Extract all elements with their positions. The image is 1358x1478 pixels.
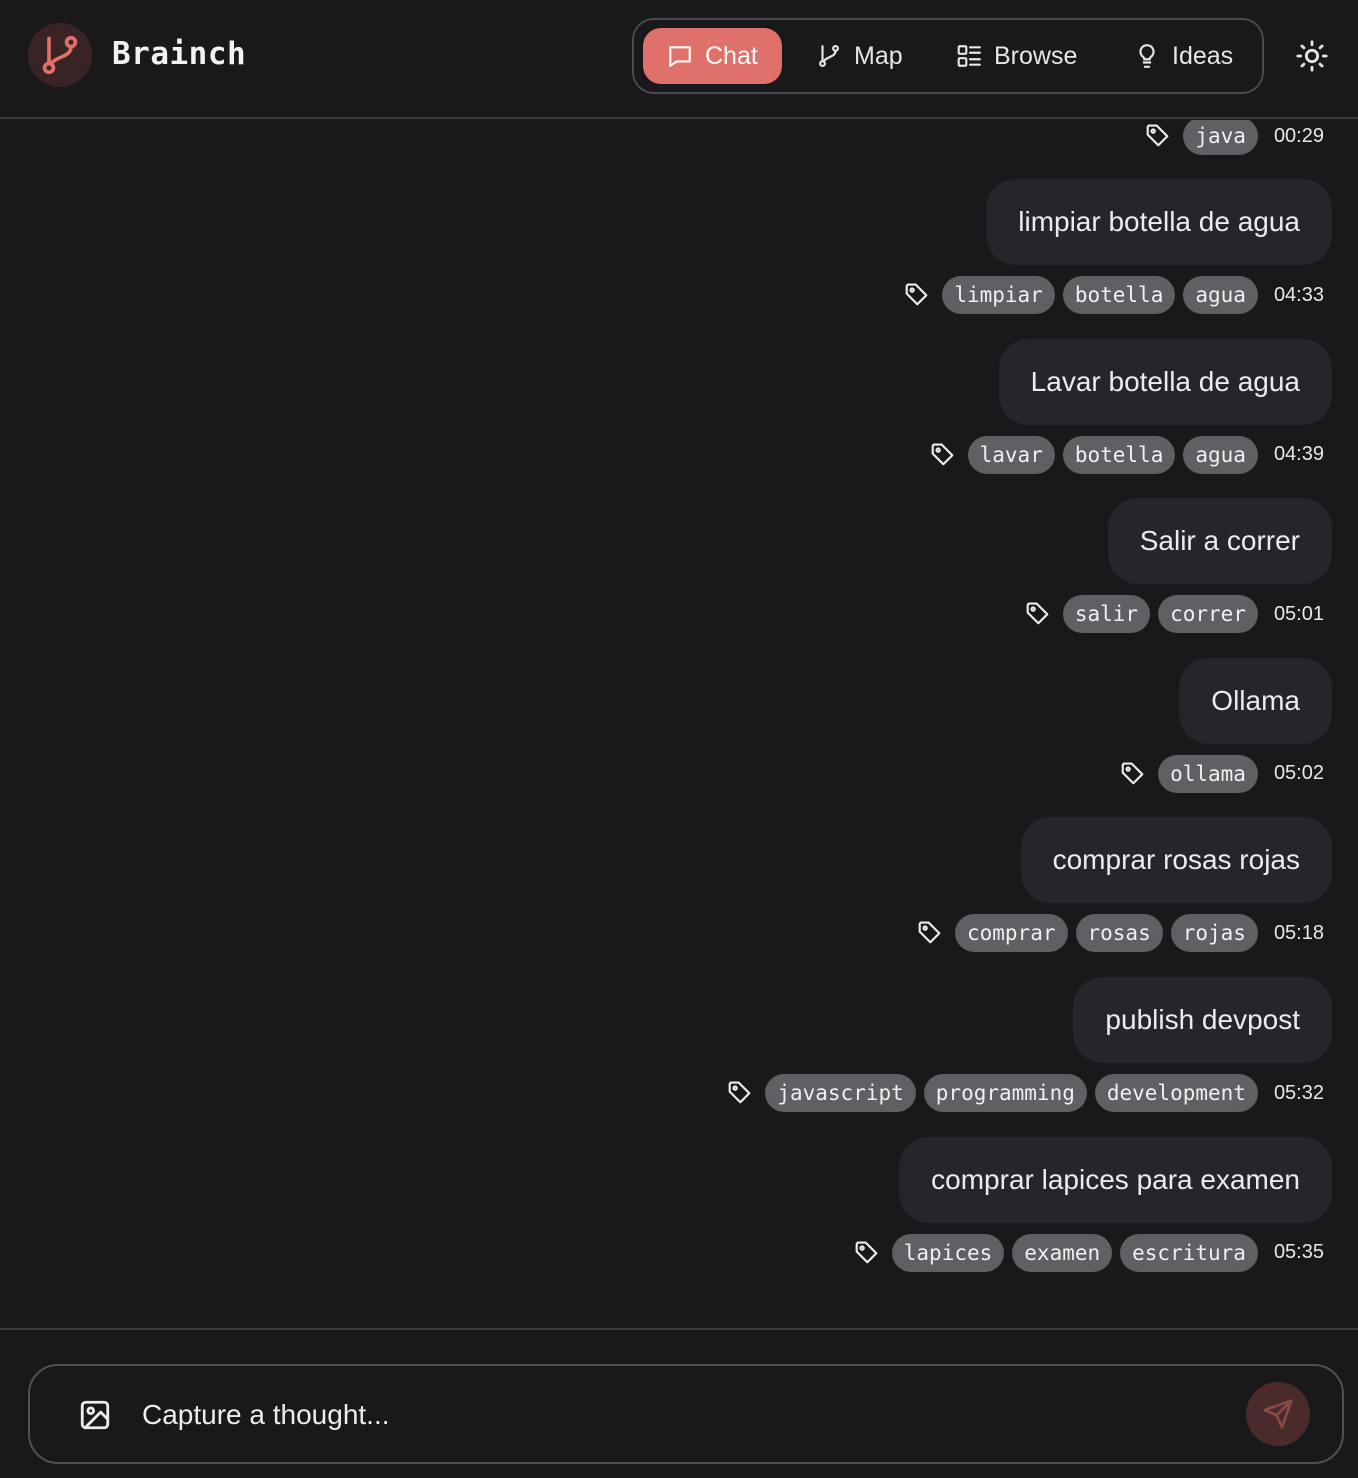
message-meta: comprar rosas rojas 05:18	[917, 914, 1324, 953]
tag-chip[interactable]: agua	[1183, 276, 1258, 314]
git-branch-icon	[42, 35, 78, 75]
message-feed: java 00:29 limpiar botella de agua limpiar b…	[0, 120, 1358, 1328]
tag-chip[interactable]: salir	[1062, 595, 1151, 634]
tab-map[interactable]: Map	[792, 28, 927, 84]
send-icon	[1263, 1399, 1293, 1429]
composer	[28, 1364, 1344, 1464]
tag-chip[interactable]: botella	[1062, 276, 1176, 314]
tag-icon	[1025, 601, 1051, 627]
list-grid-icon	[957, 45, 981, 67]
tag-chip[interactable]: javascript	[765, 1074, 916, 1112]
tag-chip[interactable]: comprar	[954, 914, 1068, 953]
tab-browse[interactable]: Browse	[932, 28, 1101, 84]
tag-chip[interactable]: correr	[1158, 595, 1258, 634]
message-meta: java 00:29	[1145, 120, 1324, 155]
tag-chip[interactable]: limpiar	[942, 276, 1055, 314]
message-timestamp: 05:32	[1273, 1081, 1324, 1104]
chat-bubble-icon	[669, 46, 691, 67]
message-bubble[interactable]: Ollama	[1179, 657, 1332, 744]
tag-chip[interactable]: examen	[1012, 1233, 1113, 1272]
tag-chip[interactable]: lavar	[967, 435, 1055, 474]
git-branch-icon	[819, 44, 839, 68]
send-button[interactable]	[1246, 1382, 1310, 1446]
thought-input[interactable]	[142, 1388, 1202, 1442]
app-header: Brainch Chat Map Browse Ideas	[0, 0, 1358, 119]
message-meta: ollama 05:02	[1120, 754, 1324, 793]
sun-icon	[1296, 40, 1328, 72]
tag-icon	[904, 282, 930, 308]
theme-toggle-button[interactable]	[1290, 34, 1334, 78]
tag-chip[interactable]: java	[1183, 120, 1258, 155]
app-title: Brainch	[112, 36, 247, 72]
message-timestamp: 05:01	[1273, 602, 1324, 625]
message-meta: lavar botella agua 04:39	[930, 435, 1324, 474]
tag-chip[interactable]: rojas	[1170, 914, 1258, 953]
message-timestamp: 05:35	[1273, 1241, 1324, 1264]
message-bubble[interactable]: publish devpost	[1073, 977, 1332, 1063]
message-meta: limpiar botella agua 04:33	[904, 276, 1324, 314]
logo[interactable]	[28, 23, 92, 87]
tag-icon	[930, 442, 956, 468]
image-icon[interactable]	[78, 1398, 112, 1432]
tag-chip[interactable]: agua	[1183, 435, 1258, 474]
message-bubble[interactable]: limpiar botella de agua	[986, 179, 1332, 265]
tag-chip[interactable]: botella	[1062, 435, 1176, 474]
tag-icon	[1145, 123, 1171, 149]
message-bubble[interactable]: comprar rosas rojas	[1020, 817, 1332, 904]
tag-chip[interactable]: programming	[923, 1074, 1087, 1112]
tab-chat-label: Chat	[705, 41, 758, 70]
message-timestamp: 04:39	[1273, 443, 1324, 466]
composer-area	[0, 1328, 1358, 1478]
message-bubble[interactable]: Salir a correr	[1107, 498, 1332, 585]
tab-ideas-label: Ideas	[1172, 41, 1234, 70]
lightbulb-icon	[1139, 44, 1155, 68]
message-meta: javascript programming development 05:32	[727, 1074, 1324, 1112]
tag-chip[interactable]: escritura	[1120, 1233, 1258, 1272]
tab-chat[interactable]: Chat	[643, 28, 782, 84]
tag-chip[interactable]: ollama	[1158, 754, 1258, 793]
tab-browse-label: Browse	[994, 41, 1078, 70]
message-meta: salir correr 05:01	[1025, 595, 1324, 634]
tab-ideas[interactable]: Ideas	[1110, 28, 1257, 84]
tab-map-label: Map	[854, 41, 903, 70]
tag-chip[interactable]: lapices	[891, 1233, 1005, 1272]
tag-icon	[1120, 761, 1146, 787]
tag-icon	[917, 920, 943, 946]
message-timestamp: 00:29	[1273, 124, 1324, 147]
tag-chip[interactable]: development	[1094, 1074, 1258, 1112]
main-nav: Chat Map Browse Ideas	[632, 18, 1264, 94]
message-timestamp: 05:02	[1273, 762, 1324, 785]
message-timestamp: 04:33	[1273, 283, 1324, 306]
tag-icon	[854, 1240, 880, 1266]
message-bubble[interactable]: Lavar botella de agua	[998, 338, 1332, 425]
message-bubble[interactable]: comprar lapices para examen	[899, 1136, 1332, 1223]
tag-chip[interactable]: rosas	[1075, 914, 1163, 953]
message-timestamp: 05:18	[1273, 921, 1324, 944]
tag-icon	[727, 1080, 753, 1106]
message-meta: lapices examen escritura 05:35	[854, 1233, 1324, 1272]
